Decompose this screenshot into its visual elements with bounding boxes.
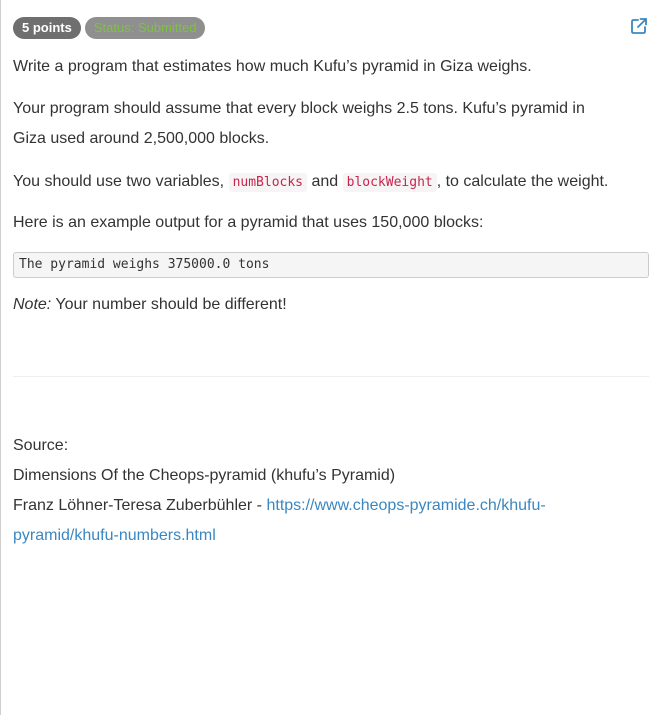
- source-authors: Franz Löhner-Teresa Zuberbühler -: [13, 497, 263, 514]
- problem-variables: You should use two variables, numBlocks …: [13, 167, 608, 198]
- source-link-part-1[interactable]: https://www.cheops-pyramide.ch/khufu-: [266, 497, 545, 514]
- section-divider: [13, 376, 649, 377]
- source-url-line-2: pyramid/khufu-numbers.html: [13, 521, 216, 551]
- variables-prefix: You should use two variables,: [13, 173, 225, 190]
- status-badge: Status: Submitted: [84, 17, 206, 39]
- source-authors-line: Franz Löhner-Teresa Zuberbühler - https:…: [13, 491, 546, 521]
- points-badge: 5 points: [13, 17, 81, 39]
- badge-row: 5 points Status: Submitted: [13, 17, 206, 39]
- code-num-blocks: numBlocks: [228, 173, 308, 192]
- note-label: Note:: [13, 296, 52, 313]
- example-intro: Here is an example output for a pyramid …: [13, 214, 484, 231]
- source-title: Dimensions Of the Cheops-pyramid (khufu’…: [13, 467, 396, 484]
- source-label: Source:: [13, 437, 69, 454]
- left-border: [0, 0, 1, 715]
- problem-assumption-line-1: Your program should assume that every bl…: [13, 100, 585, 117]
- example-output-block: The pyramid weighs 375000.0 tons: [13, 252, 649, 278]
- example-output-text: The pyramid weighs 375000.0 tons: [19, 257, 270, 272]
- code-block-weight: blockWeight: [342, 173, 437, 192]
- problem-assumption-line-2: Giza used around 2,500,000 blocks.: [13, 130, 270, 147]
- variables-suffix: , to calculate the weight.: [436, 173, 609, 190]
- problem-intro: Write a program that estimates how much …: [13, 58, 532, 75]
- variables-and: and: [311, 173, 339, 190]
- note-text: Your number should be different!: [55, 296, 287, 313]
- note: Note: Your number should be different!: [13, 290, 287, 320]
- source-link-part-2[interactable]: pyramid/khufu-numbers.html: [13, 527, 216, 544]
- external-link-icon[interactable]: [630, 17, 648, 35]
